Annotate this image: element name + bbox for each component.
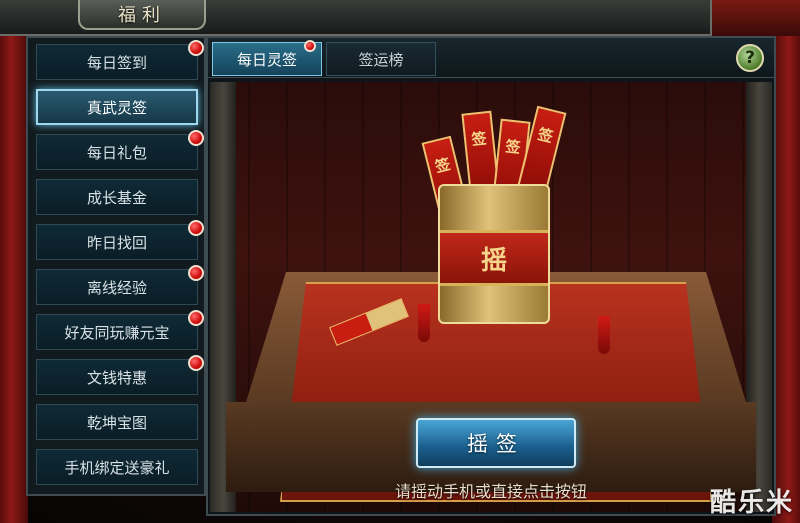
sidebar-item-label: 成长基金 — [86, 188, 147, 207]
sidebar-item-label: 文钱特惠 — [86, 368, 147, 387]
sidebar-item-growth-fund[interactable]: 成长基金 — [36, 179, 198, 215]
left-curtain — [0, 20, 28, 523]
bucket-band: 摇 — [440, 230, 548, 286]
window-title: 福利 — [78, 0, 206, 30]
main-panel: 每日灵签 签运榜 ? 签 签 签 签 摇 摇签 请摇动手机或直接点击按钮 — [206, 36, 776, 516]
notification-badge — [304, 40, 316, 52]
right-curtain — [772, 20, 800, 523]
help-button[interactable]: ? — [736, 44, 764, 72]
notification-badge — [188, 355, 204, 371]
sidebar-item-label: 离线经验 — [86, 278, 147, 297]
sidebar-item-label: 昨日找回 — [86, 233, 147, 252]
sidebar-item-daily-signin[interactable]: 每日签到 — [36, 44, 198, 80]
sidebar-item-yesterday-recover[interactable]: 昨日找回 — [36, 224, 198, 260]
tab-bar: 每日灵签 签运榜 ? — [208, 38, 774, 78]
sidebar-item-coin-deal[interactable]: 文钱特惠 — [36, 359, 198, 395]
hint-text: 请摇动手机或直接点击按钮 — [394, 482, 587, 501]
tassel-left — [418, 304, 430, 342]
tassel-right — [598, 316, 610, 354]
sidebar-item-friend-play[interactable]: 好友同玩赚元宝 — [36, 314, 198, 350]
fortune-scene: 签 签 签 签 摇 摇签 请摇动手机或直接点击按钮 — [210, 82, 772, 512]
welfare-sidebar: 每日签到 真武灵签 每日礼包 成长基金 昨日找回 离线经验 好友同玩赚元宝 文钱… — [26, 36, 206, 496]
tab-fortune-ranking[interactable]: 签运榜 — [326, 42, 436, 76]
notification-badge — [188, 265, 204, 281]
notification-badge — [188, 40, 204, 56]
game-window: 福利 每日签到 真武灵签 每日礼包 成长基金 昨日找回 离线经验 好友同玩赚元宝… — [0, 0, 800, 523]
sidebar-item-label: 乾坤宝图 — [86, 413, 147, 432]
sidebar-item-label: 好友同玩赚元宝 — [64, 323, 170, 342]
tab-label: 每日灵签 — [236, 50, 297, 69]
sidebar-item-label: 手机绑定送豪礼 — [64, 458, 170, 477]
notification-badge — [188, 130, 204, 146]
notification-badge — [188, 220, 204, 236]
notification-badge — [188, 310, 204, 326]
top-bar: 福利 — [0, 0, 800, 36]
sidebar-item-treasure-map[interactable]: 乾坤宝图 — [36, 404, 198, 440]
sidebar-item-label: 每日签到 — [86, 53, 147, 72]
sidebar-item-label: 真武灵签 — [86, 98, 147, 117]
sidebar-item-daily-gift[interactable]: 每日礼包 — [36, 134, 198, 170]
top-ornament — [710, 0, 800, 36]
sidebar-item-offline-exp[interactable]: 离线经验 — [36, 269, 198, 305]
tab-label: 签运榜 — [358, 50, 404, 69]
sidebar-item-label: 每日礼包 — [86, 143, 147, 162]
sidebar-item-zhenwu-lingqian[interactable]: 真武灵签 — [36, 89, 198, 125]
shake-fortune-button[interactable]: 摇签 — [416, 418, 576, 468]
watermark-logo: 酷乐米 — [709, 488, 794, 518]
sidebar-item-phone-bind[interactable]: 手机绑定送豪礼 — [36, 449, 198, 485]
fortune-bucket[interactable]: 摇 — [438, 184, 550, 324]
